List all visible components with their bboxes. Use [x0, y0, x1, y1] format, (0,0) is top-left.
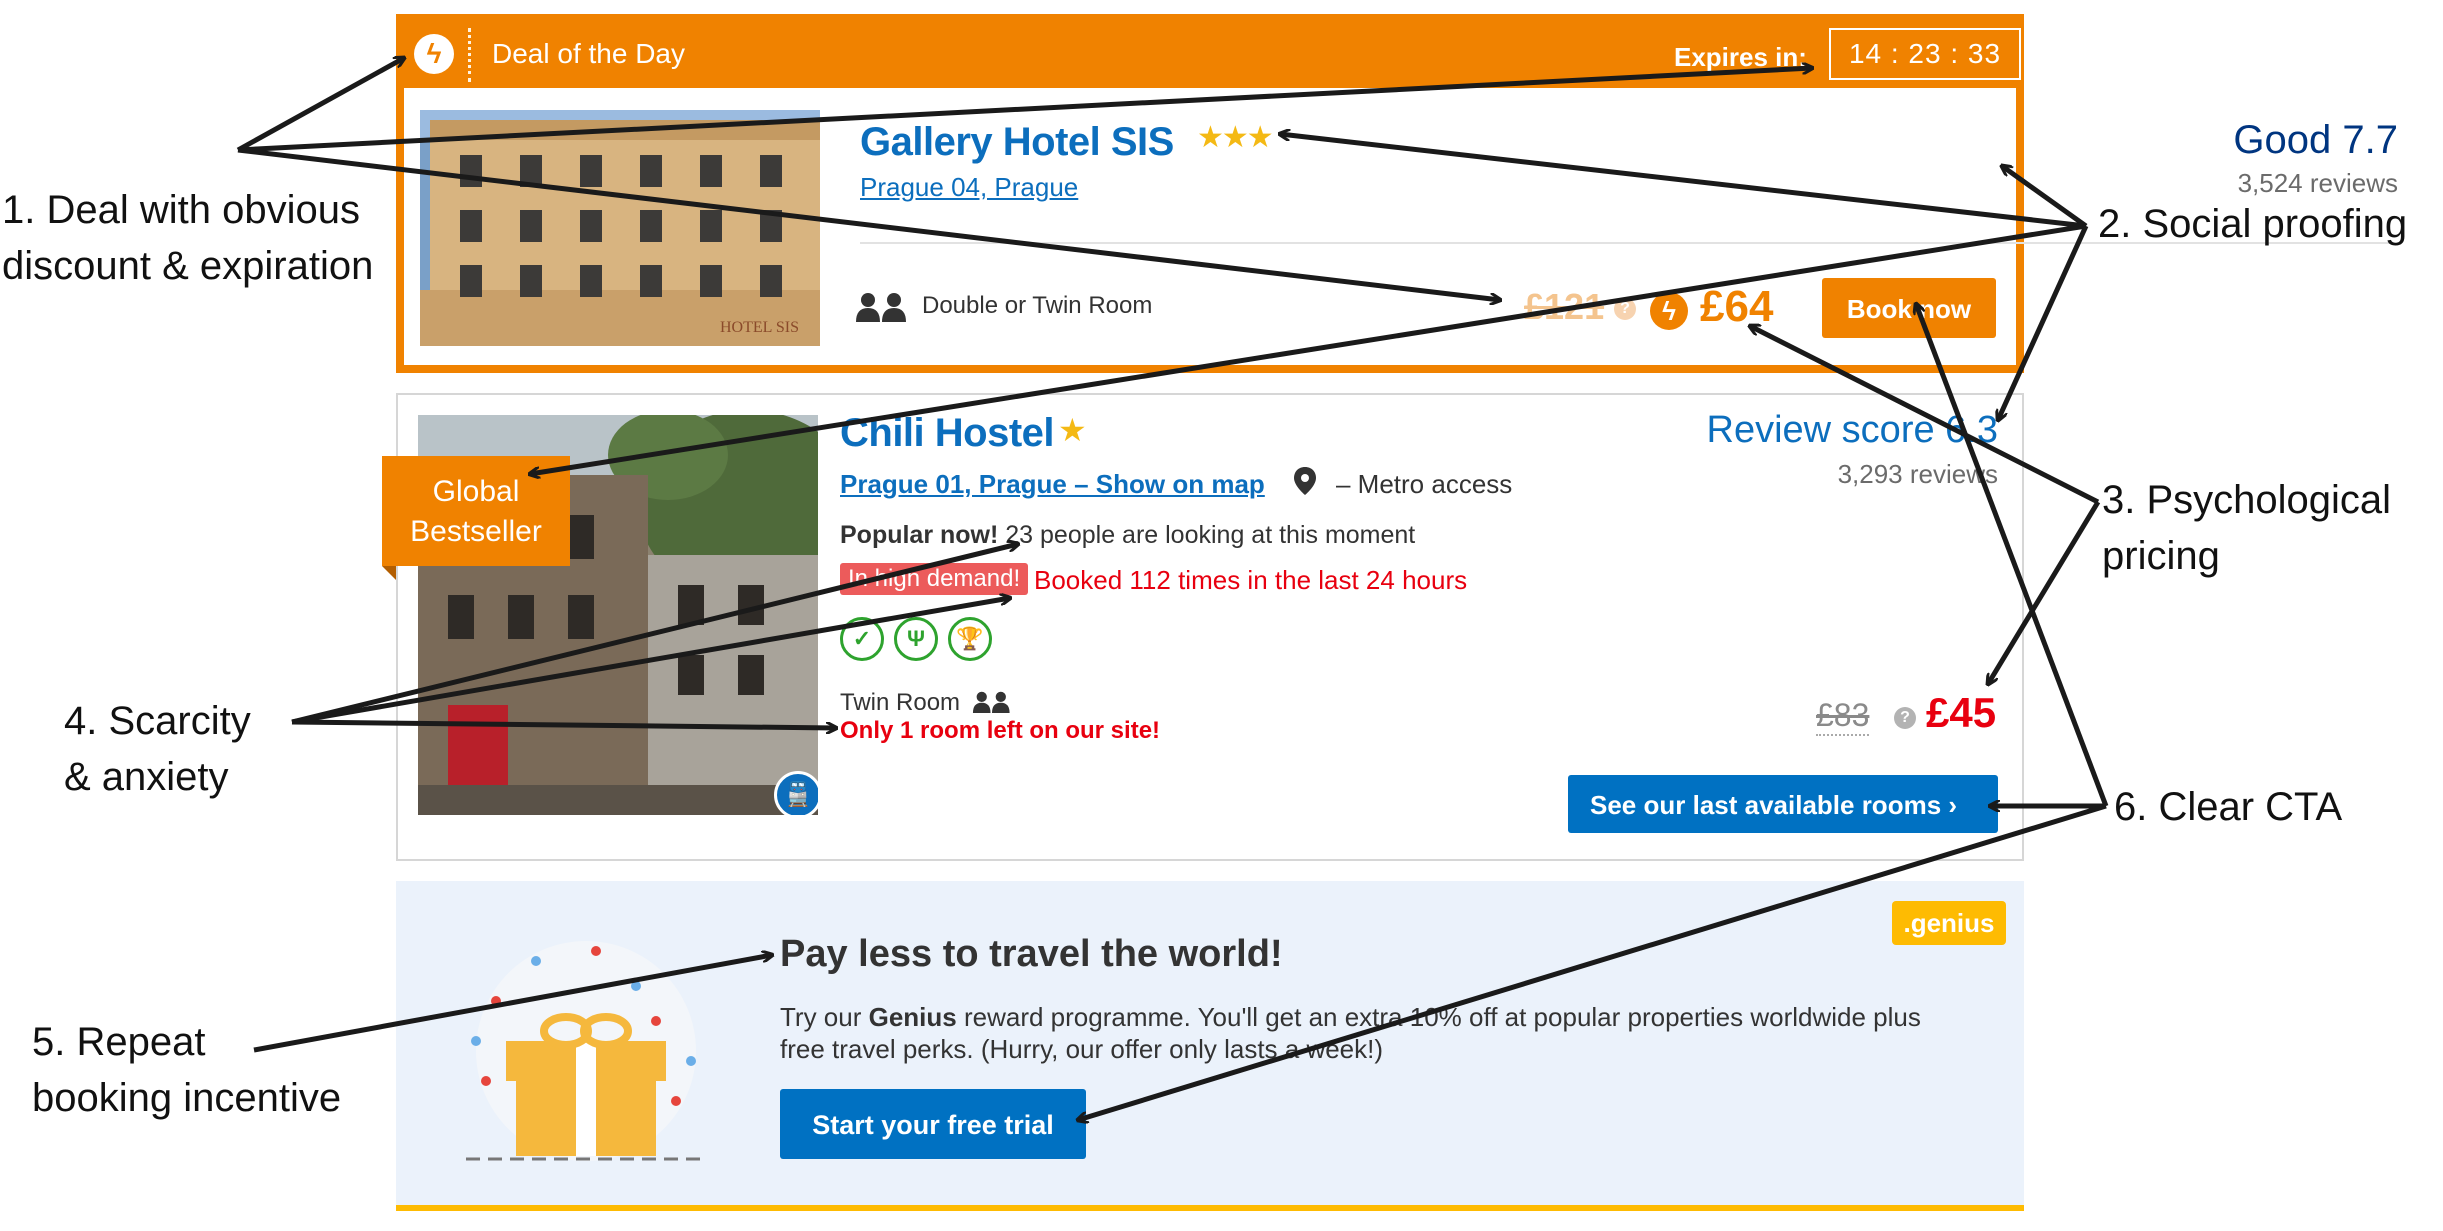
trophy-icon: 🏆 — [948, 617, 992, 661]
deal-card: ϟ Deal of the Day Expires in: 14 : 23 : … — [396, 14, 2400, 373]
room-type: Double or Twin Room — [922, 292, 1153, 319]
annotation-line: pricing — [2102, 534, 2220, 578]
bolt-icon: ϟ — [414, 34, 454, 74]
annotation-pricing: 3. Psychological pricing — [2102, 472, 2391, 584]
pin-icon — [1294, 467, 1316, 500]
genius-title: Pay less to travel the world! — [780, 933, 1283, 975]
genius-description: Try our Genius reward programme. You'll … — [780, 1001, 1960, 1065]
bestseller-line2: Bestseller — [410, 515, 542, 548]
annotation-line: discount & expiration — [2, 244, 374, 288]
genius-panel: .genius Pay less to travel the world! Tr… — [396, 881, 2024, 1211]
annotation-line: booking incentive — [32, 1076, 342, 1120]
train-icon[interactable]: 🚆 — [774, 771, 818, 815]
annotation-cta: 6. Clear CTA — [2114, 785, 2343, 829]
hotel-sign: HOTEL SIS — [720, 319, 799, 336]
shield-check-icon: ✓ — [840, 617, 884, 661]
users-icon — [856, 292, 908, 327]
hotel-name-link[interactable]: Gallery Hotel SIS — [860, 120, 1174, 165]
info-icon[interactable]: ? — [1894, 707, 1916, 729]
annotation-deal: 1. Deal with obvious discount & expirati… — [2, 182, 373, 294]
badge-fold — [382, 566, 396, 580]
see-available-rooms-button[interactable]: See our last available rooms › — [1568, 775, 1998, 833]
review-count: 3,524 reviews — [2237, 168, 2398, 198]
review-count: 3,293 reviews — [1837, 459, 1998, 489]
star-icon: ★ — [1058, 412, 1087, 448]
bestseller-line1: Global — [432, 475, 520, 508]
annotation-scarcity: 4. Scarcity & anxiety — [64, 693, 251, 805]
genius-text-pre: Try our — [780, 1002, 869, 1032]
hostel-card: 🚆 Chili Hostel ★ Prague 01, Prague – Sho… — [396, 393, 2024, 861]
divider — [468, 28, 471, 82]
annotation-line: 3. Psychological — [2102, 478, 2392, 522]
global-bestseller-badge: Global Bestseller — [382, 456, 570, 566]
annotation-line: 1. Deal with obvious — [2, 188, 360, 232]
popular-text: 23 people are looking at this moment — [998, 521, 1416, 549]
expires-label: Expires in: — [1674, 42, 1807, 72]
countdown-timer: 14 : 23 : 33 — [1829, 28, 2021, 80]
deal-title: Deal of the Day — [492, 38, 685, 69]
genius-text-bold: Genius — [868, 1002, 957, 1032]
info-icon[interactable]: ? — [1614, 298, 1636, 320]
original-price: £83 — [1816, 697, 1870, 736]
hotel-location-link[interactable]: Prague 04, Prague — [860, 172, 1078, 203]
annotation-repeat-booking: 5. Repeat booking incentive — [32, 1014, 341, 1126]
deal-price: £64 — [1700, 282, 1774, 331]
review-score[interactable]: Review score 6.3 — [1398, 409, 1998, 452]
scarcity-message: Only 1 room left on our site! — [840, 717, 1161, 744]
annotation-line: 5. Repeat — [32, 1020, 206, 1064]
hostel-name-link[interactable]: Chili Hostel — [840, 411, 1055, 456]
booked-count: Booked 112 times in the last 24 hours — [1034, 565, 1468, 595]
original-price: £121 — [1524, 286, 1605, 327]
gift-icon — [446, 931, 726, 1176]
cutlery-icon: Ψ — [894, 617, 938, 661]
deal-header-bar: ϟ Deal of the Day Expires in: 14 : 23 : … — [404, 22, 2021, 88]
room-type: Twin Room — [840, 689, 961, 716]
annotation-line: 4. Scarcity — [64, 699, 251, 743]
demand-badge: In high demand! — [840, 563, 1029, 595]
popularity-message: Popular now! 23 people are looking at th… — [840, 521, 1415, 550]
annotation-social-proof: 2. Social proofing — [2098, 202, 2408, 246]
genius-badge: .genius — [1892, 901, 2006, 945]
hostel-location-link[interactable]: Prague 01, Prague – Show on map — [840, 469, 1265, 500]
start-free-trial-button[interactable]: Start your free trial — [780, 1089, 1086, 1159]
hotel-photo[interactable]: HOTEL SIS — [420, 110, 820, 346]
annotation-line: & anxiety — [64, 755, 229, 799]
star-rating: ★★★ — [1197, 121, 1274, 154]
bolt-icon: ϟ — [1650, 292, 1688, 330]
review-score[interactable]: Good 7.7 — [1824, 118, 2398, 163]
popular-label: Popular now! — [840, 521, 999, 549]
book-now-button[interactable]: Book now — [1822, 278, 1996, 338]
current-price: £45 — [1926, 689, 1997, 736]
users-icon — [972, 691, 1012, 718]
